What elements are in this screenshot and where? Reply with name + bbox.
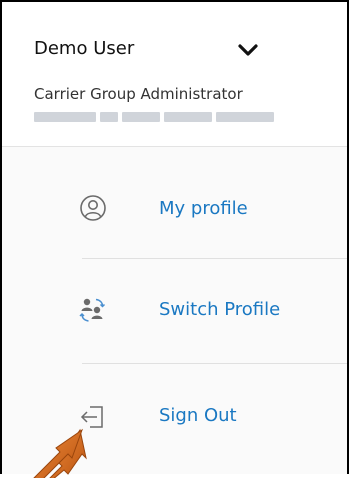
chevron-down-icon[interactable] <box>236 40 260 60</box>
menu-item-label: My profile <box>159 198 248 219</box>
menu-item-switch-profile[interactable]: Switch Profile <box>2 259 347 365</box>
switch-users-icon <box>78 295 108 325</box>
menu-item-label: Sign Out <box>159 405 237 426</box>
user-role: Carrier Group Administrator <box>34 85 243 103</box>
menu-item-my-profile[interactable]: My profile <box>2 155 347 261</box>
redacted-text <box>34 111 278 123</box>
user-name: Demo User <box>34 38 135 59</box>
user-circle-icon <box>78 193 108 223</box>
menu-item-label: Switch Profile <box>159 299 281 320</box>
user-menu-panel: Demo User Carrier Group Administrator My… <box>0 0 349 478</box>
annotation-arrow-icon <box>33 428 87 478</box>
user-header: Demo User Carrier Group Administrator <box>2 2 347 147</box>
